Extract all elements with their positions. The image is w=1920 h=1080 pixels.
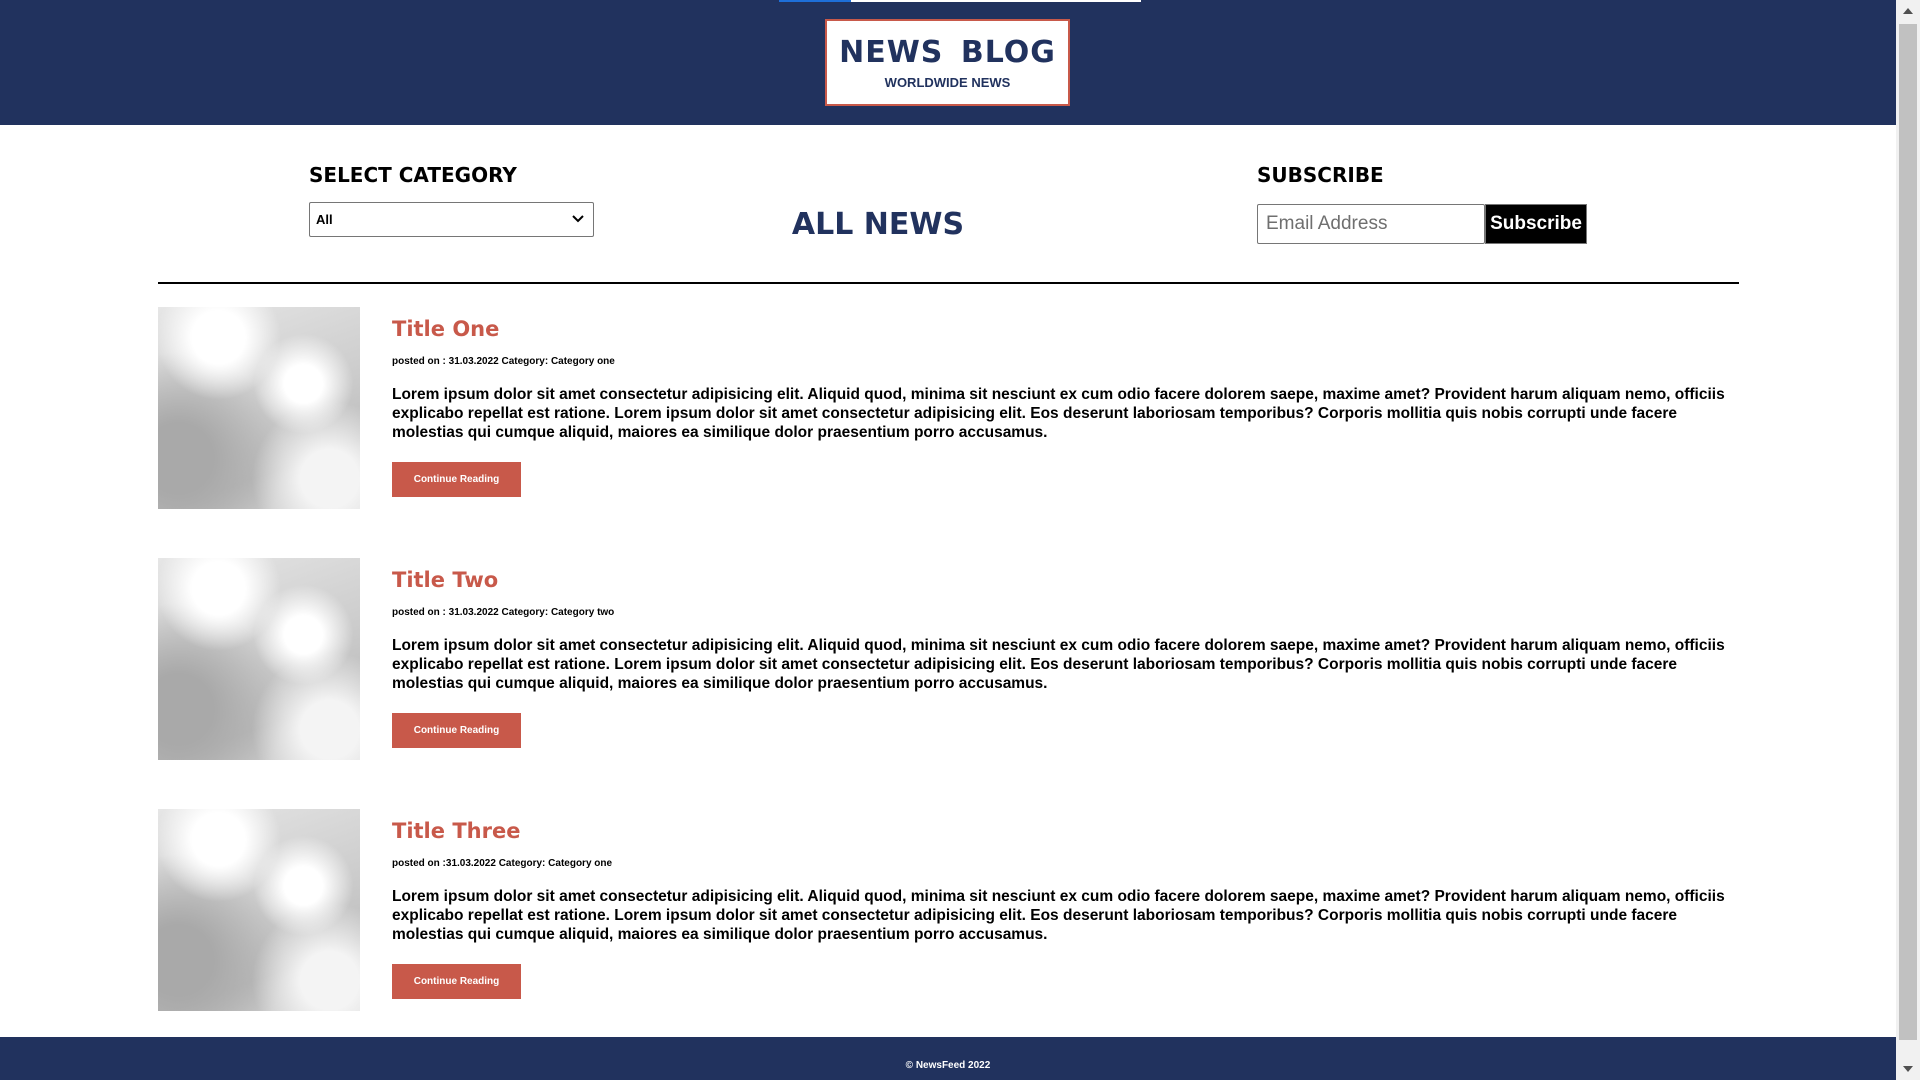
email-field[interactable] <box>1257 204 1485 244</box>
continue-reading-button[interactable]: Continue Reading <box>392 964 521 999</box>
article-thumbnail <box>158 558 360 760</box>
article-meta: posted on : 31.03.2022 Category: Categor… <box>392 607 615 618</box>
logo-subtitle: WORLDWIDE NEWS <box>884 75 1011 90</box>
subscribe-button[interactable]: Subscribe <box>1485 204 1587 244</box>
logo-title: NEWS BLOG <box>839 35 1056 70</box>
arrow-down-icon[interactable] <box>1896 1058 1920 1080</box>
loading-bar-fill <box>779 0 851 2</box>
continue-reading-button[interactable]: Continue Reading <box>392 713 521 748</box>
article-card: Title Three posted on :31.03.2022 Catego… <box>158 809 1739 1060</box>
arrow-up-icon[interactable] <box>1896 0 1920 22</box>
subscribe-label: SUBSCRIBE <box>1257 163 1384 187</box>
article-excerpt: Lorem ipsum dolor sit amet consectetur a… <box>392 637 1725 692</box>
article-list: Title One posted on : 31.03.2022 Categor… <box>158 307 1739 1060</box>
article-excerpt: Lorem ipsum dolor sit amet consectetur a… <box>392 386 1725 441</box>
article-title[interactable]: Title Two <box>392 568 1739 592</box>
vertical-scrollbar[interactable] <box>1896 0 1920 1080</box>
article-excerpt: Lorem ipsum dolor sit amet consectetur a… <box>392 888 1725 943</box>
article-thumbnail <box>158 307 360 509</box>
article-title[interactable]: Title Three <box>392 819 1739 843</box>
category-label: SELECT CATEGORY <box>309 163 517 187</box>
site-logo[interactable]: NEWS BLOG WORLDWIDE NEWS <box>825 19 1070 106</box>
site-footer: © NewsFeed 2022 <box>0 1037 1896 1080</box>
scrollbar-thumb[interactable] <box>1899 24 1917 1040</box>
site-header: NEWS BLOG WORLDWIDE NEWS <box>0 0 1896 125</box>
continue-reading-button[interactable]: Continue Reading <box>392 462 521 497</box>
article-thumbnail <box>158 809 360 1011</box>
article-title[interactable]: Title One <box>392 317 1739 341</box>
article-card: Title One posted on : 31.03.2022 Categor… <box>158 307 1739 558</box>
article-meta: posted on :31.03.2022 Category: Category… <box>392 858 613 869</box>
article-card: Title Two posted on : 31.03.2022 Categor… <box>158 558 1739 809</box>
article-meta: posted on : 31.03.2022 Category: Categor… <box>392 356 615 367</box>
page: NEWS BLOG WORLDWIDE NEWS SELECT CATEGORY… <box>0 0 1896 1080</box>
footer-copyright: © NewsFeed 2022 <box>905 1060 991 1071</box>
divider <box>158 282 1739 284</box>
subscribe-form: SUBSCRIBE Subscribe <box>1257 163 1587 244</box>
